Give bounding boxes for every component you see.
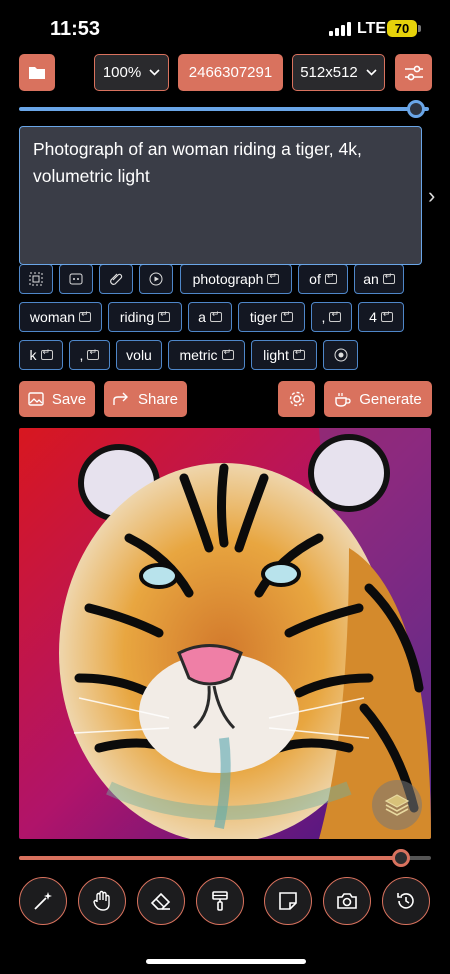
eraser-icon — [150, 892, 171, 910]
pan-button[interactable] — [78, 877, 126, 925]
tag-chip[interactable]: volu — [116, 340, 162, 370]
share-button[interactable]: Share — [104, 381, 187, 417]
return-icon — [40, 347, 53, 360]
chevron-down-icon — [149, 69, 160, 76]
zoom-value: 100% — [102, 64, 142, 81]
eraser-button[interactable] — [137, 877, 185, 925]
tag-chip[interactable]: riding — [108, 302, 182, 332]
network-label: LTE — [357, 20, 387, 37]
return-icon — [209, 309, 222, 322]
tag-chip[interactable]: a — [188, 302, 232, 332]
status-time: 11:53 — [50, 18, 101, 40]
top-slider-track[interactable] — [19, 107, 429, 111]
return-icon — [281, 309, 294, 322]
paint-button[interactable] — [196, 877, 244, 925]
return-icon — [221, 347, 234, 360]
magic-wand-icon — [34, 892, 52, 910]
layers-icon — [384, 794, 410, 816]
layers-button[interactable] — [372, 780, 422, 830]
tag-chip[interactable]: light — [251, 340, 317, 370]
size-select[interactable]: 512x512 — [292, 54, 385, 91]
tag-chip[interactable]: photograph — [180, 265, 292, 294]
prompt-input[interactable]: Photograph of an woman riding a tiger, 4… — [19, 126, 422, 265]
seed-button[interactable]: 2466307291 — [178, 54, 283, 91]
select-all-tag-icon[interactable] — [19, 265, 53, 294]
cup-icon — [335, 392, 351, 407]
folder-icon — [29, 67, 45, 79]
tag-chip[interactable]: 4 — [358, 302, 404, 332]
emoji-tag-icon[interactable] — [59, 265, 93, 294]
sliders-icon — [404, 65, 423, 80]
save-button[interactable]: Save — [19, 381, 95, 417]
generate-button[interactable]: Generate — [324, 381, 432, 417]
return-icon — [267, 271, 280, 284]
open-folder-button[interactable] — [19, 54, 55, 91]
history-button[interactable] — [382, 877, 430, 925]
target-icon — [334, 348, 347, 362]
magic-wand-button[interactable] — [19, 877, 67, 925]
return-icon — [329, 309, 342, 322]
return-icon — [87, 347, 100, 360]
camera-icon — [337, 893, 357, 909]
tag-chip[interactable]: metric — [168, 340, 245, 370]
battery-icon: 70 — [387, 20, 417, 37]
gear-icon — [289, 391, 304, 407]
tag-chip[interactable]: k — [19, 340, 63, 370]
play-tag-icon[interactable] — [139, 265, 173, 294]
generate-settings-button[interactable] — [278, 381, 315, 417]
return-icon — [382, 271, 395, 284]
camera-button[interactable] — [323, 877, 371, 925]
status-bar: 11:53 LTE 70 — [0, 0, 450, 54]
return-icon — [324, 271, 337, 284]
top-slider-thumb[interactable] — [407, 100, 425, 118]
sticky-note-icon — [279, 892, 297, 910]
add-tag-button[interactable] — [323, 340, 358, 370]
return-icon — [158, 309, 171, 322]
attachment-tag-icon[interactable] — [99, 265, 133, 294]
bottom-slider-fill — [19, 856, 402, 860]
return-icon — [79, 309, 92, 322]
tag-chip[interactable]: tiger — [238, 302, 305, 332]
tag-chip[interactable]: , — [69, 340, 110, 370]
tag-chip[interactable]: , — [311, 302, 352, 332]
home-indicator — [146, 959, 306, 964]
return-icon — [292, 347, 305, 360]
size-value: 512x512 — [300, 64, 358, 81]
signal-icon — [329, 22, 351, 36]
chevron-right-icon[interactable]: › — [428, 183, 435, 209]
generated-image[interactable] — [19, 428, 431, 839]
image-icon — [28, 392, 44, 406]
note-button[interactable] — [264, 877, 312, 925]
hand-icon — [93, 890, 110, 911]
tag-chip[interactable]: woman — [19, 302, 102, 332]
return-icon — [380, 309, 393, 322]
tag-chip[interactable]: an — [354, 265, 404, 294]
battery-tip — [418, 25, 421, 32]
bottom-slider-thumb[interactable] — [392, 849, 410, 867]
share-icon — [113, 392, 128, 405]
history-icon — [397, 893, 414, 909]
settings-button[interactable] — [395, 54, 432, 91]
chevron-down-icon — [366, 69, 377, 76]
zoom-select[interactable]: 100% — [94, 54, 169, 91]
tag-chip[interactable]: of — [298, 265, 348, 294]
prompt-tag-list: photograph of an woman riding a tiger , … — [0, 265, 450, 372]
paint-roller-icon — [212, 891, 228, 911]
